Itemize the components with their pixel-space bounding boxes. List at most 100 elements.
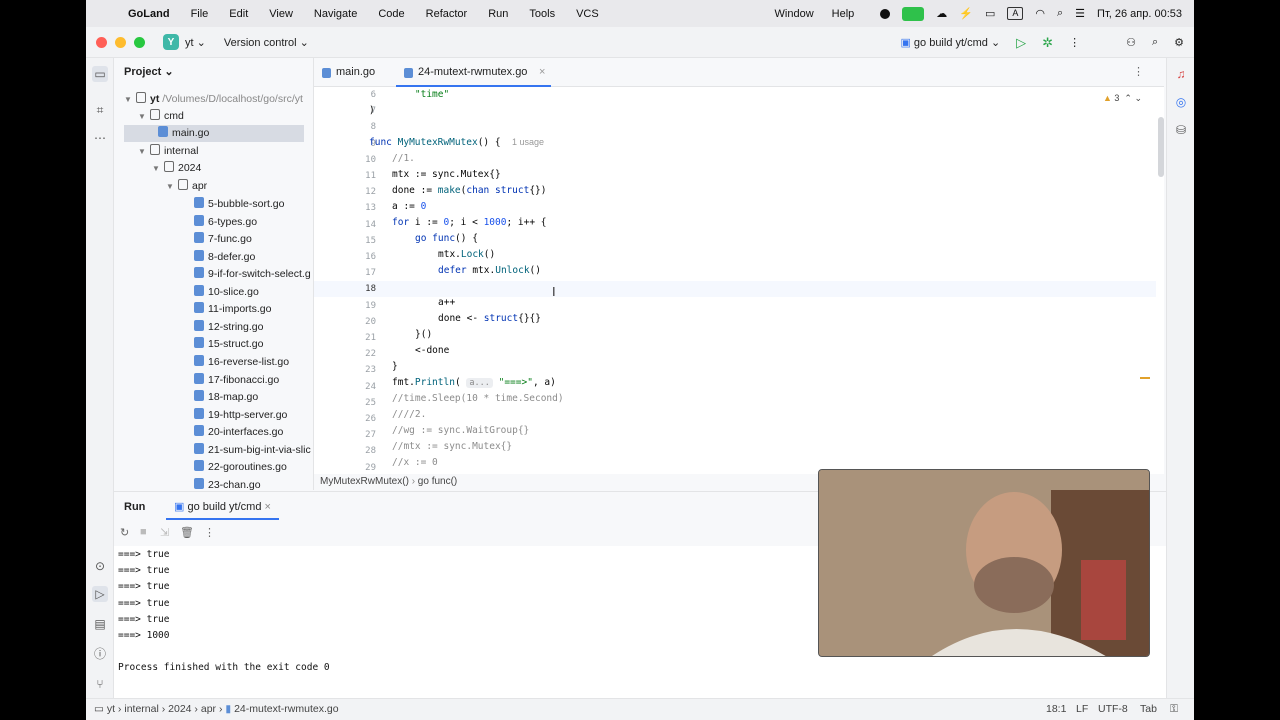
menu-file[interactable]: File: [191, 8, 209, 20]
tree-node-go-file[interactable]: 19-http-server.go: [194, 407, 287, 424]
menu-run[interactable]: Run: [488, 8, 508, 20]
tree-node-root[interactable]: ▼ yt /Volumes/D/localhost/go/src/yt: [124, 91, 303, 108]
control-center-icon[interactable]: ☰: [1075, 7, 1085, 20]
status-breadcrumb[interactable]: ▭ yt › internal › 2024 › apr › ▮ 24-mute…: [94, 699, 339, 720]
inspection-widget[interactable]: ▲ 3 ⌃ ⌄: [1103, 93, 1142, 104]
bolt-icon[interactable]: ⚡: [959, 7, 973, 20]
tree-node-cmd[interactable]: ▼ cmd: [138, 108, 184, 125]
git-tool-icon[interactable]: ⑂: [92, 676, 108, 692]
add-user-icon[interactable]: ⚇: [1126, 36, 1136, 49]
indent-setting[interactable]: Tab: [1140, 699, 1157, 720]
run-tool-icon[interactable]: ▷: [92, 586, 108, 602]
rerun-icon[interactable]: ↻: [120, 526, 129, 539]
tab-mutex-rwmutex[interactable]: 24-mutext-rwmutex.go ×: [396, 58, 552, 87]
more-icon[interactable]: ⋮: [1069, 36, 1080, 49]
tree-node-apr[interactable]: ▼ apr: [166, 178, 207, 195]
services-tool-icon[interactable]: ⊙: [92, 558, 108, 574]
more-tools-icon[interactable]: ⋯: [92, 130, 108, 146]
settings-gear-icon[interactable]: ⚙: [1174, 36, 1184, 49]
menu-window[interactable]: Window: [775, 8, 814, 20]
tree-node-go-file[interactable]: 15-struct.go: [194, 336, 263, 353]
input-source-icon[interactable]: A: [1007, 7, 1024, 20]
more-icon[interactable]: ⋮: [204, 526, 215, 539]
menu-vcs[interactable]: VCS: [576, 8, 599, 20]
problems-tool-icon[interactable]: ⓘ: [92, 646, 108, 662]
ai-assistant-icon[interactable]: ◎: [1173, 94, 1189, 110]
database-icon[interactable]: ⛁: [1173, 122, 1189, 138]
file-encoding[interactable]: UTF-8: [1098, 699, 1128, 720]
tree-node-go-file[interactable]: 12-string.go: [194, 319, 263, 336]
notifications-icon[interactable]: ♫: [1173, 66, 1189, 82]
tab-main-go[interactable]: main.go: [314, 58, 375, 87]
debug-icon[interactable]: ✲: [1042, 35, 1053, 51]
minimize-window-button[interactable]: [115, 36, 126, 48]
search-everywhere-icon[interactable]: ⌕: [1152, 36, 1158, 49]
zoom-window-button[interactable]: [134, 36, 145, 48]
trash-icon[interactable]: 🗑: [180, 526, 194, 539]
tree-node-go-file[interactable]: 10-slice.go: [194, 284, 259, 301]
status-path-part[interactable]: 24-mutext-rwmutex.go: [234, 703, 338, 715]
tree-node-internal[interactable]: ▼ internal: [138, 143, 198, 160]
menu-refactor[interactable]: Refactor: [426, 8, 468, 20]
tree-node-go-file[interactable]: 6-types.go: [194, 214, 257, 231]
caret-position[interactable]: 18:1: [1046, 699, 1066, 720]
menu-help[interactable]: Help: [832, 8, 855, 20]
search-icon[interactable]: ⌕: [1057, 7, 1063, 20]
record-icon[interactable]: [880, 8, 891, 19]
menu-navigate[interactable]: Navigate: [314, 8, 357, 20]
stop-icon[interactable]: ■: [140, 526, 147, 538]
menu-view[interactable]: View: [269, 8, 293, 20]
clock-text[interactable]: Пт, 26 апр. 00:53: [1097, 8, 1182, 20]
tree-node-go-file[interactable]: 7-func.go: [194, 231, 252, 248]
vcs-widget[interactable]: Version control ⌄: [224, 36, 309, 49]
status-path-part[interactable]: apr: [201, 703, 216, 715]
cloud-icon[interactable]: ☁: [936, 7, 947, 20]
line-separator[interactable]: LF: [1076, 699, 1088, 720]
facetime-icon[interactable]: [902, 6, 925, 21]
usage-hint[interactable]: 1 usage: [512, 137, 544, 147]
console-output[interactable]: ===> true ===> true ===> true ===> true …: [118, 549, 330, 679]
code-editor[interactable]: 6 7 8 9 10 11 12 13 14 15 16 17 18 19 20 21 22 23 24 25 26 27…: [314, 87, 1164, 474]
menu-tools[interactable]: Tools: [529, 8, 555, 20]
status-path-part[interactable]: internal: [124, 703, 158, 715]
tree-node-go-file[interactable]: 20-interfaces.go: [194, 424, 283, 441]
run-tab[interactable]: ▣ go build yt/cmd ×: [166, 492, 279, 520]
menu-edit[interactable]: Edit: [229, 8, 248, 20]
tree-node-go-file[interactable]: 5-bubble-sort.go: [194, 196, 284, 213]
wifi-icon[interactable]: ◠: [1035, 7, 1045, 20]
close-tab-icon[interactable]: ×: [539, 58, 545, 87]
editor-scrollbar[interactable]: [1158, 117, 1164, 177]
tree-node-go-file[interactable]: 23-chan.go: [194, 477, 261, 490]
tree-node-main-go[interactable]: main.go: [124, 125, 304, 142]
tree-node-go-file[interactable]: 11-imports.go: [194, 301, 271, 318]
terminal-tool-icon[interactable]: ▤: [92, 616, 108, 632]
tree-node-go-file[interactable]: 8-defer.go: [194, 249, 255, 266]
structure-tool-icon[interactable]: ⌗: [92, 102, 108, 118]
breadcrumb-inner[interactable]: go func(): [418, 476, 457, 487]
tree-node-go-file[interactable]: 9-if-for-switch-select.g: [194, 266, 311, 283]
tab-options-icon[interactable]: ⋮: [1133, 65, 1144, 78]
battery-icon[interactable]: ▭: [985, 7, 995, 20]
tree-node-go-file[interactable]: 22-goroutines.go: [194, 459, 287, 476]
project-panel-header[interactable]: Project ⌄: [114, 58, 313, 87]
breadcrumb-func[interactable]: MyMutexRwMutex(): [320, 476, 409, 487]
tree-node-go-file[interactable]: 18-map.go: [194, 389, 258, 406]
tree-node-2024[interactable]: ▼ 2024: [152, 160, 201, 177]
tree-node-go-file[interactable]: 16-reverse-list.go: [194, 354, 289, 371]
lock-icon[interactable]: ⚿: [1170, 699, 1178, 720]
close-window-button[interactable]: [96, 36, 107, 48]
menu-app[interactable]: GoLand: [128, 8, 170, 20]
restore-layout-icon[interactable]: ⇲: [160, 526, 169, 539]
tree-node-go-file[interactable]: 17-fibonacci.go: [194, 372, 279, 389]
status-path-part[interactable]: yt: [107, 703, 115, 715]
project-badge[interactable]: Y: [163, 34, 179, 50]
run-config-selector[interactable]: ▣ go build yt/cmd ⌄: [900, 36, 1000, 49]
project-switcher[interactable]: yt ⌄: [185, 36, 206, 49]
warning-marker[interactable]: [1140, 377, 1150, 379]
menu-code[interactable]: Code: [378, 8, 404, 20]
tree-node-go-file[interactable]: 21-sum-big-int-via-slic: [194, 442, 311, 459]
project-tool-icon[interactable]: ▭: [92, 66, 108, 82]
run-icon[interactable]: ▷: [1016, 35, 1026, 51]
status-path-part[interactable]: 2024: [168, 703, 191, 715]
close-tab-icon[interactable]: ×: [265, 501, 271, 513]
